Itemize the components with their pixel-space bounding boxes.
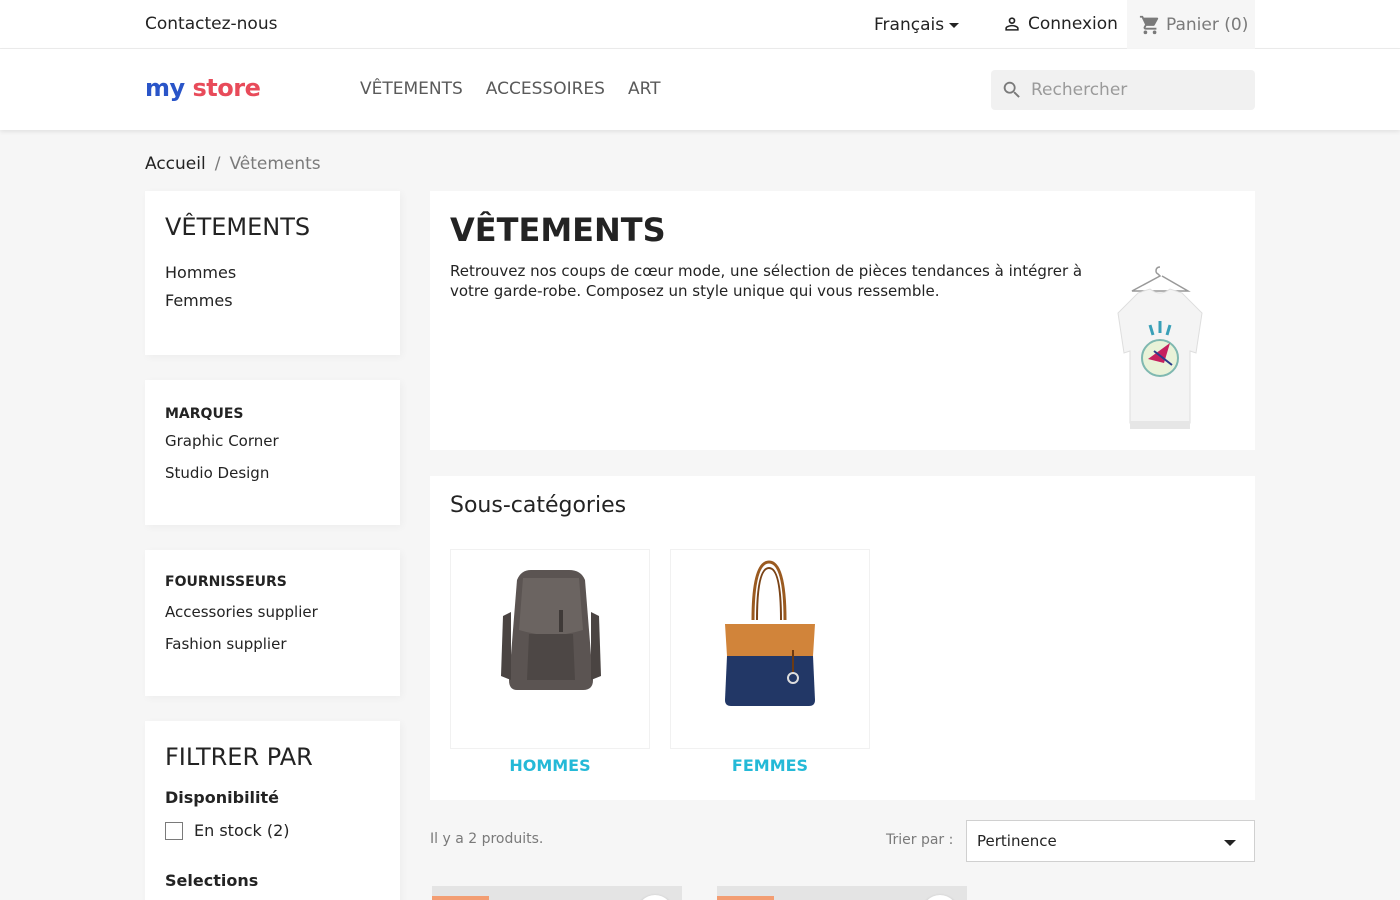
subcategory-card-femmes[interactable] (670, 549, 870, 749)
product-count: Il y a 2 produits. (430, 831, 544, 847)
brands-block: MARQUES Graphic Corner Studio Design (145, 380, 400, 525)
category-description: Retrouvez nos coups de cœur mode, une sé… (450, 262, 1083, 300)
backpack-image (501, 570, 601, 690)
subcategories-title: Sous-catégories (450, 493, 627, 518)
breadcrumb-home[interactable]: Accueil (145, 154, 206, 174)
store-logo[interactable]: my store (145, 74, 261, 102)
subcategory-link-femmes[interactable]: FEMMES (670, 756, 870, 775)
cart-label: Panier (0) (1166, 14, 1249, 35)
tote-bag-image (725, 560, 815, 706)
sort-select[interactable]: Pertinence (966, 820, 1255, 862)
caret-down-icon (949, 23, 960, 28)
filter-title: FILTRER PAR (165, 743, 313, 771)
sort-value: Pertinence (977, 832, 1057, 850)
login-label: Connexion (1028, 14, 1118, 34)
language-label: Français (874, 15, 945, 35)
product-flag (717, 896, 774, 900)
nav-item-accessoires[interactable]: ACCESSOIRES (486, 79, 605, 99)
category-tree-item-femmes[interactable]: Femmes (165, 291, 233, 310)
main-header: my store VÊTEMENTS ACCESSOIRES ART (0, 49, 1400, 130)
user-icon (1005, 17, 1019, 31)
cart-icon (1139, 15, 1159, 34)
supplier-item[interactable]: Fashion supplier (165, 635, 286, 653)
suppliers-block: FOURNISSEURS Accessories supplier Fashio… (145, 550, 400, 696)
category-tree-item-hommes[interactable]: Hommes (165, 263, 236, 282)
category-tree-title[interactable]: VÊTEMENTS (165, 213, 310, 241)
subcategories-section: Sous-catégories HOMMES FEMMES (430, 476, 1255, 800)
filter-block: FILTRER PAR Disponibilité En stock (2) S… (145, 721, 400, 900)
product-flag (432, 896, 489, 900)
logo-part-store: store (192, 74, 261, 102)
breadcrumb-separator: / (214, 154, 221, 174)
product-card[interactable] (432, 886, 682, 900)
product-card[interactable] (717, 886, 967, 900)
cart-button[interactable]: Panier (0) (1127, 0, 1255, 49)
language-selector[interactable]: Français (874, 15, 960, 35)
logo-part-my: my (145, 74, 185, 102)
subcategory-link-hommes[interactable]: HOMMES (450, 756, 650, 775)
sort-label: Trier par : (886, 832, 954, 848)
main-nav: VÊTEMENTS ACCESSOIRES ART (360, 79, 684, 99)
in-stock-checkbox[interactable] (165, 822, 183, 840)
brands-title[interactable]: MARQUES (165, 406, 243, 422)
nav-item-vetements[interactable]: VÊTEMENTS (360, 79, 463, 99)
category-tree-block: VÊTEMENTS Hommes Femmes (145, 191, 400, 355)
nav-item-art[interactable]: ART (628, 79, 661, 99)
search-icon (1003, 81, 1020, 98)
tshirt-image (1117, 266, 1203, 429)
search-box (991, 70, 1255, 110)
breadcrumb-current: Vêtements (229, 154, 321, 174)
page-title: VÊTEMENTS (450, 211, 666, 249)
search-input[interactable] (1031, 80, 1231, 100)
caret-down-icon (1224, 840, 1236, 846)
availability-title: Disponibilité (165, 788, 280, 807)
category-header: VÊTEMENTS Retrouvez nos coups de cœur mo… (430, 191, 1255, 450)
selections-title: Selections (165, 871, 259, 890)
contact-link[interactable]: Contactez-nous (145, 14, 277, 34)
wishlist-button[interactable] (922, 895, 958, 900)
in-stock-label[interactable]: En stock (2) (194, 821, 290, 840)
suppliers-title[interactable]: FOURNISSEURS (165, 574, 287, 590)
top-bar: Contactez-nous Français Connexion Panier… (0, 0, 1400, 49)
breadcrumb: Accueil / Vêtements (145, 154, 321, 174)
supplier-item[interactable]: Accessories supplier (165, 603, 318, 621)
login-link[interactable]: Connexion (1002, 14, 1118, 34)
wishlist-button[interactable] (637, 895, 673, 900)
brand-item[interactable]: Graphic Corner (165, 432, 279, 450)
subcategory-card-hommes[interactable] (450, 549, 650, 749)
brand-item[interactable]: Studio Design (165, 464, 269, 482)
